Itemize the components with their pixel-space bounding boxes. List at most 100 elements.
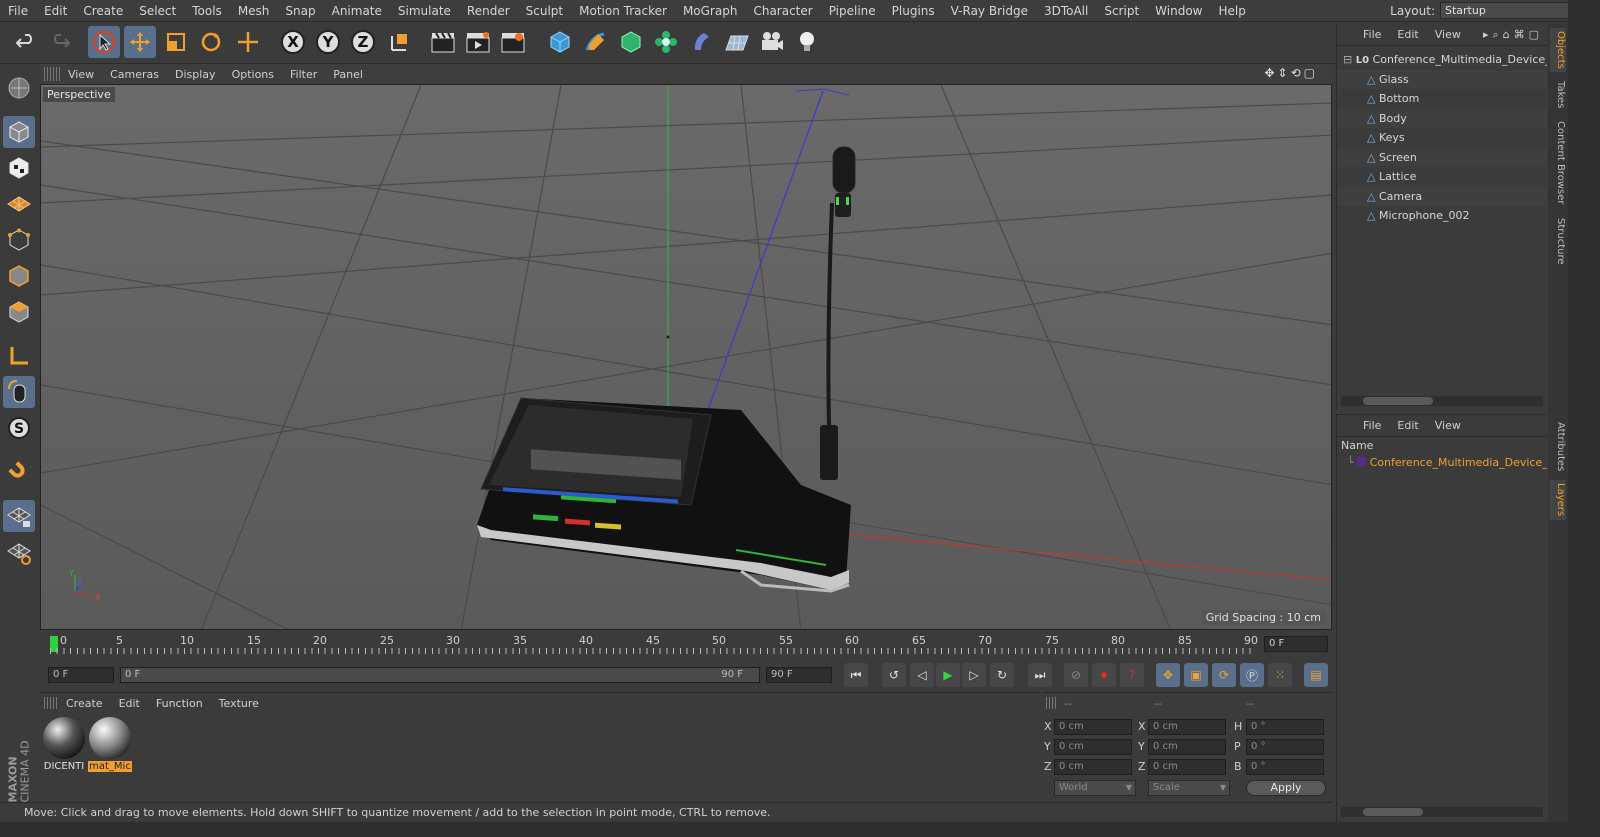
viewport-menu-options[interactable]: Options (224, 68, 282, 81)
model-mode-button[interactable] (3, 116, 35, 148)
coordinate-system-button[interactable] (384, 26, 416, 58)
panel-grip-icon[interactable] (1046, 697, 1058, 709)
rotation-b-field[interactable]: 0 ° (1246, 759, 1324, 775)
snapping-button[interactable]: S (3, 412, 35, 444)
size-mode-select[interactable]: Scale ▼ (1148, 780, 1230, 796)
move-tool-button[interactable] (124, 26, 156, 58)
material-menu-function[interactable]: Function (148, 697, 211, 710)
play-button[interactable]: ▶ (936, 663, 960, 687)
autokey-button[interactable]: ? (1120, 663, 1144, 687)
planar-workplane-button[interactable] (3, 536, 35, 568)
menu-window[interactable]: Window (1147, 4, 1210, 18)
tab-layers[interactable]: Layers (1550, 480, 1566, 520)
position-x-field[interactable]: 0 cm (1054, 719, 1132, 735)
layer-menu-view[interactable]: View (1427, 419, 1469, 432)
redo-button[interactable] (44, 26, 76, 58)
menu-script[interactable]: Script (1096, 4, 1147, 18)
position-z-field[interactable]: 0 cm (1054, 759, 1132, 775)
object-row-lattice[interactable]: △ Lattice (1337, 167, 1547, 186)
menu-motion-tracker[interactable]: Motion Tracker (571, 4, 675, 18)
layer-menu-file[interactable]: File (1355, 419, 1389, 432)
size-y-field[interactable]: 0 cm (1148, 739, 1226, 755)
tab-attributes[interactable]: Attributes (1550, 420, 1566, 474)
record-scale-button[interactable]: ▣ (1184, 663, 1208, 687)
object-menu-edit[interactable]: Edit (1389, 28, 1426, 41)
object-row-bottom[interactable]: △ Bottom (1337, 89, 1547, 108)
scrollbar-thumb[interactable] (1363, 397, 1433, 405)
tab-takes[interactable]: Takes (1550, 78, 1566, 112)
menu-plugins[interactable]: Plugins (884, 4, 943, 18)
axis-mode-button[interactable] (3, 340, 35, 372)
add-cloner-button[interactable] (650, 26, 682, 58)
menu-sculpt[interactable]: Sculpt (518, 4, 571, 18)
rotation-p-field[interactable]: 0 ° (1246, 739, 1324, 755)
record-parameter-button[interactable]: Ⓟ (1240, 663, 1264, 687)
texture-mode-button[interactable] (3, 152, 35, 184)
viewport-menu-display[interactable]: Display (167, 68, 224, 81)
menu-tools[interactable]: Tools (184, 4, 230, 18)
panel-grip-icon[interactable] (44, 697, 58, 709)
motion-path-button[interactable]: ⊘ (1064, 663, 1088, 687)
menu-3dtoall[interactable]: 3DToAll (1036, 4, 1096, 18)
object-menu-file[interactable]: File (1355, 28, 1389, 41)
undo-button[interactable] (10, 26, 42, 58)
object-row-root[interactable]: ⊟ L0 Conference_Multimedia_Device_wi (1337, 50, 1547, 69)
previous-key-button[interactable]: ↺ (882, 663, 906, 687)
object-row-glass[interactable]: △ Glass (1337, 70, 1547, 89)
transform-tool-button[interactable] (232, 26, 264, 58)
next-key-button[interactable]: ↻ (990, 663, 1014, 687)
timeline-window-button[interactable]: ▤ (1304, 663, 1328, 687)
menu-create[interactable]: Create (75, 4, 131, 18)
record-rotation-button[interactable]: ⟳ (1212, 663, 1236, 687)
add-subdivision-button[interactable] (615, 26, 647, 58)
workplane-mode-button[interactable] (3, 188, 35, 220)
menu-simulate[interactable]: Simulate (390, 4, 459, 18)
material-menu-edit[interactable]: Edit (111, 697, 148, 710)
go-to-end-button[interactable]: ⏭ (1028, 663, 1052, 687)
menu-mograph[interactable]: MoGraph (675, 4, 746, 18)
tweak-mode-button[interactable] (3, 376, 35, 408)
previous-frame-button[interactable]: ◁ (910, 663, 934, 687)
panel-grip-icon[interactable] (44, 67, 60, 81)
render-picture-viewer-button[interactable] (462, 26, 494, 58)
live-selection-button[interactable] (88, 26, 120, 58)
menu-edit[interactable]: Edit (36, 4, 75, 18)
position-y-field[interactable]: 0 cm (1054, 739, 1132, 755)
menu-pipeline[interactable]: Pipeline (821, 4, 884, 18)
make-editable-button[interactable] (3, 72, 35, 104)
x-axis-lock-button[interactable]: X (277, 26, 309, 58)
next-frame-button[interactable]: ▷ (962, 663, 986, 687)
menu-animate[interactable]: Animate (324, 4, 390, 18)
rotate-tool-button[interactable] (195, 26, 227, 58)
material-swatch-selected[interactable]: mat_Mic (88, 717, 132, 773)
object-menu-view[interactable]: View (1427, 28, 1469, 41)
menu-help[interactable]: Help (1210, 4, 1253, 18)
frame-range-slider[interactable]: 0 F 90 F (120, 667, 760, 683)
z-axis-lock-button[interactable]: Z (347, 26, 379, 58)
menu-character[interactable]: Character (745, 4, 820, 18)
layer-menu-edit[interactable]: Edit (1389, 419, 1426, 432)
timeline-ruler[interactable]: 0 5 10 15 20 25 30 35 40 45 50 55 60 65 … (40, 632, 1332, 656)
tab-content-browser[interactable]: Content Browser (1550, 118, 1566, 208)
object-row-body[interactable]: △ Body (1337, 109, 1547, 128)
layer-row[interactable]: └ Conference_Multimedia_Device_w (1337, 453, 1547, 472)
record-button[interactable]: ⏺ (1092, 663, 1116, 687)
object-horizontal-scrollbar[interactable] (1341, 396, 1543, 406)
points-mode-button[interactable] (3, 224, 35, 256)
tab-objects[interactable]: Objects (1550, 28, 1566, 72)
end-frame-field[interactable]: 90 F (766, 667, 832, 683)
edges-mode-button[interactable] (3, 260, 35, 292)
menu-file[interactable]: File (0, 4, 36, 18)
y-axis-lock-button[interactable]: Y (312, 26, 344, 58)
viewport-navigation-icons[interactable]: ✥⇕⟲▢ (1264, 66, 1318, 80)
layout-select[interactable]: Startup ▼ (1440, 2, 1580, 19)
record-point-level-button[interactable]: ⁙ (1268, 663, 1292, 687)
start-frame-field[interactable]: 0 F (48, 667, 114, 683)
polygons-mode-button[interactable] (3, 296, 35, 328)
object-row-microphone[interactable]: △ Microphone_002 (1337, 206, 1547, 225)
locked-workplane-button[interactable] (3, 500, 35, 532)
menu-vray-bridge[interactable]: V-Ray Bridge (943, 4, 1036, 18)
menu-select[interactable]: Select (131, 4, 184, 18)
scale-tool-button[interactable] (160, 26, 192, 58)
record-position-button[interactable]: ✥ (1156, 663, 1180, 687)
